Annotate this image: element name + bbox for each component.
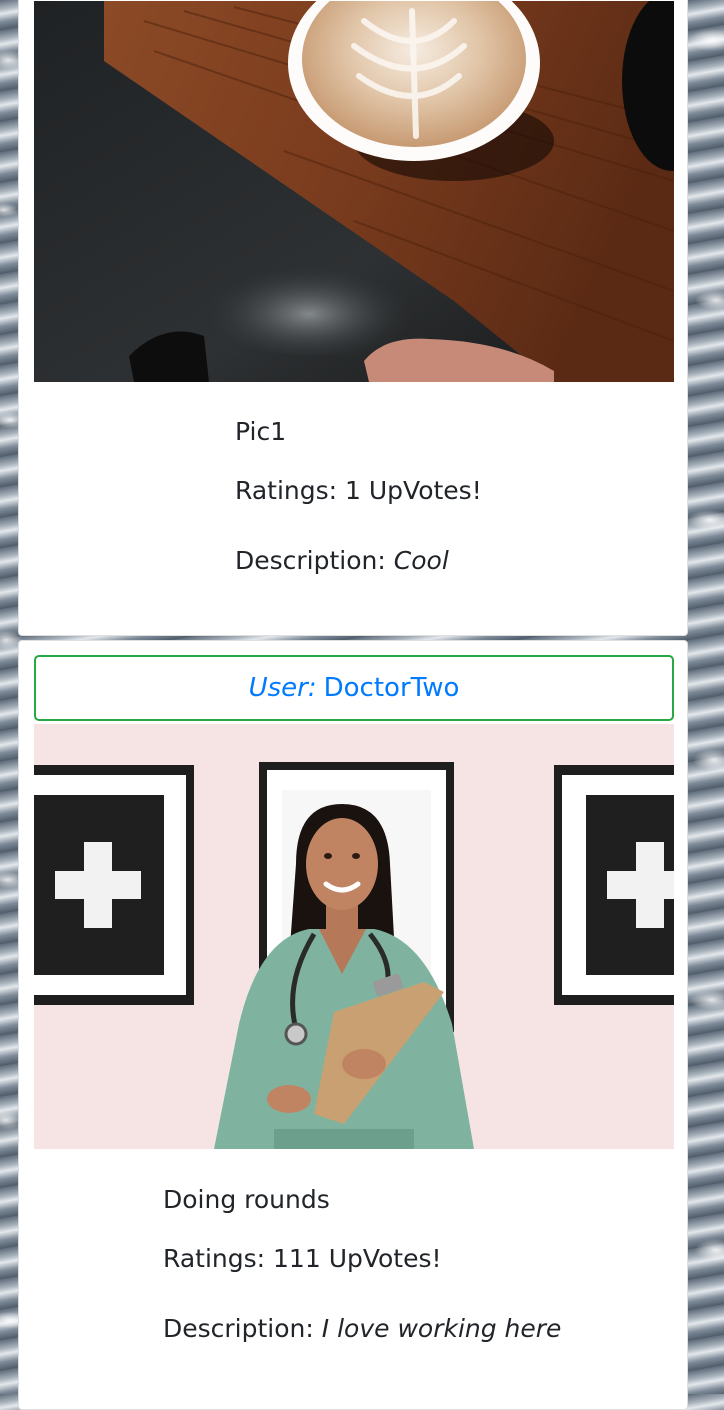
post-title: Pic1 [235,417,287,446]
description-text: I love working here [321,1314,562,1343]
ratings-count: 111 [273,1244,321,1273]
post-description: Description: Cool [235,546,482,576]
post-info: Pic1 Ratings: 1 UpVotes! Description: Co… [235,417,482,576]
user-label: User: [248,673,317,703]
description-label: Description: [163,1314,314,1343]
post-info: Doing rounds Ratings: 111 UpVotes! Descr… [163,1185,561,1344]
page: { "posts": [ { "title": "Pic1", "ratings… [0,0,724,1410]
ratings-count: 1 [345,476,361,505]
doctor-photo-graphic [34,724,674,1149]
post-title: Doing rounds [163,1185,330,1214]
ratings-label: Ratings: [235,476,338,505]
description-text: Cool [393,546,449,575]
description-label: Description: [235,546,386,575]
ratings-suffix: UpVotes! [368,476,482,505]
user-link[interactable]: User: DoctorTwo [34,655,674,721]
ratings-label: Ratings: [163,1244,266,1273]
post-description: Description: I love working here [163,1314,561,1344]
post-card: User: DoctorTwo Doing rounds Ratings: 11… [18,640,688,1410]
post-ratings: Ratings: 111 UpVotes! [163,1244,561,1314]
user-name: DoctorTwo [323,673,460,703]
ratings-suffix: UpVotes! [328,1244,442,1273]
coffee-photo-graphic [34,1,674,382]
post-image-doctor[interactable] [34,724,674,1149]
post-card: Pic1 Ratings: 1 UpVotes! Description: Co… [18,0,688,636]
post-ratings: Ratings: 1 UpVotes! [235,476,482,546]
post-image-coffee[interactable] [34,1,674,382]
